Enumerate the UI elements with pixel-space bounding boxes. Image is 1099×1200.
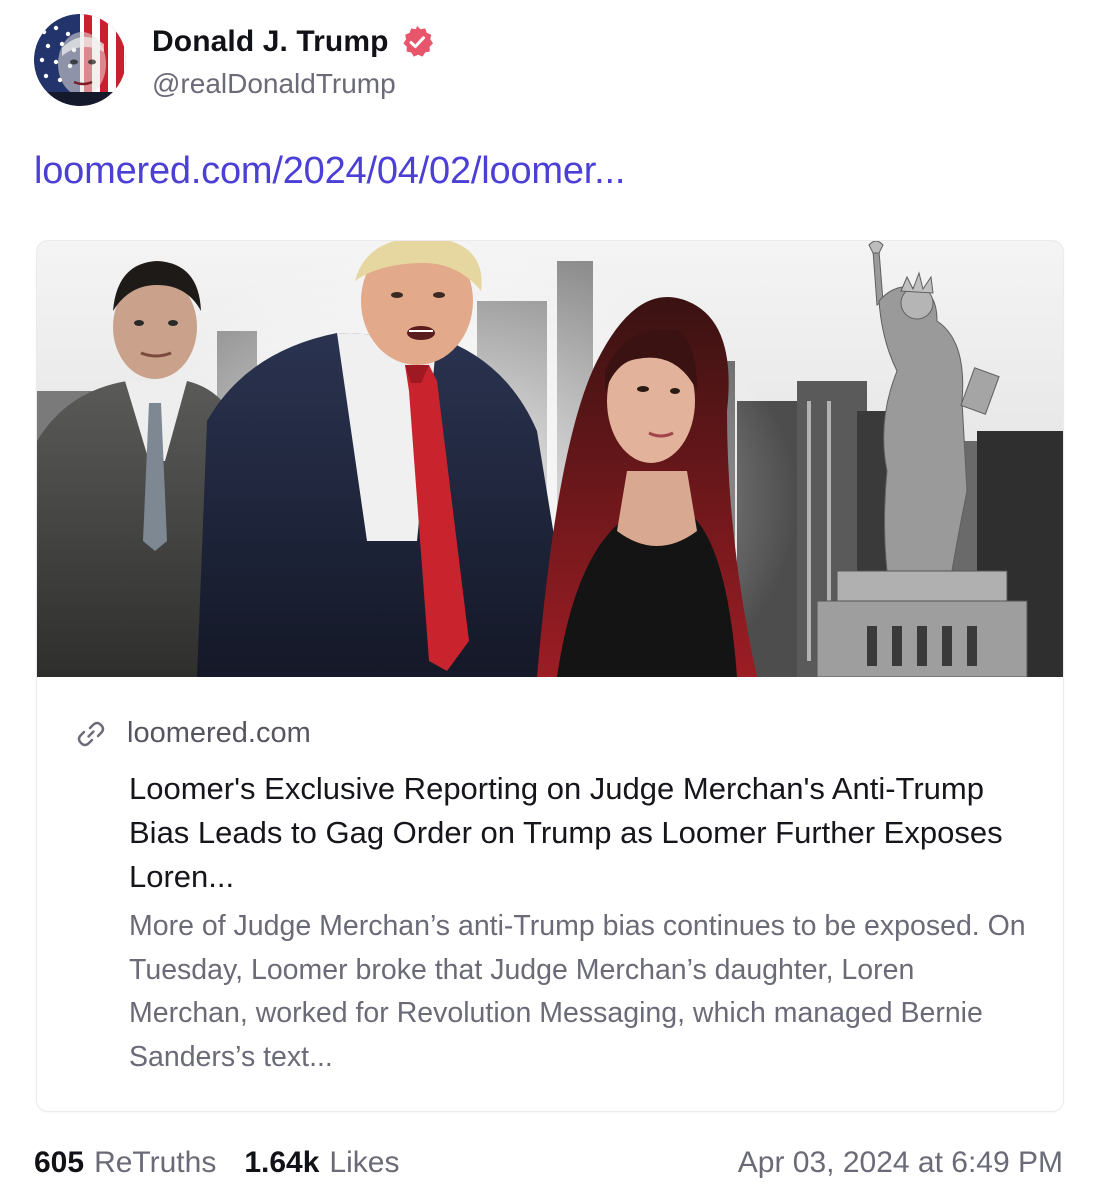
retruths-label: ReTruths [94, 1146, 217, 1179]
link-preview-card[interactable]: loomered.com Loomer's Exclusive Reportin… [36, 240, 1064, 1112]
flag-face-avatar-icon [34, 14, 126, 106]
article-preview-image [37, 241, 1063, 677]
likes-count: 1.64k [244, 1146, 320, 1179]
link-domain: loomered.com [127, 717, 311, 749]
likes-stat[interactable]: 1.64k Likes [244, 1146, 399, 1180]
post-link[interactable]: loomered.com/2024/04/02/loomer... [34, 150, 625, 193]
likes-label: Likes [329, 1146, 400, 1179]
engagement-stats: 605 ReTruths 1.64k Likes [34, 1146, 399, 1180]
avatar[interactable] [34, 14, 126, 106]
retruths-count: 605 [34, 1146, 85, 1179]
user-handle[interactable]: @realDonaldTrump [152, 68, 435, 100]
display-name[interactable]: Donald J. Trump [152, 25, 389, 59]
post-timestamp[interactable]: Apr 03, 2024 at 6:49 PM [738, 1146, 1063, 1180]
link-preview-title[interactable]: Loomer's Exclusive Reporting on Judge Me… [129, 767, 1029, 899]
post-header: Donald J. Trump @realDonaldTrump [34, 14, 435, 106]
link-domain-row: loomered.com [75, 717, 311, 750]
link-icon [75, 718, 107, 750]
retruths-stat[interactable]: 605 ReTruths [34, 1146, 216, 1180]
post-footer: 605 ReTruths 1.64k Likes Apr 03, 2024 at… [34, 1140, 1063, 1186]
verified-badge-icon [399, 24, 435, 60]
link-preview-description: More of Judge Merchan’s anti-Trump bias … [129, 910, 1026, 1073]
